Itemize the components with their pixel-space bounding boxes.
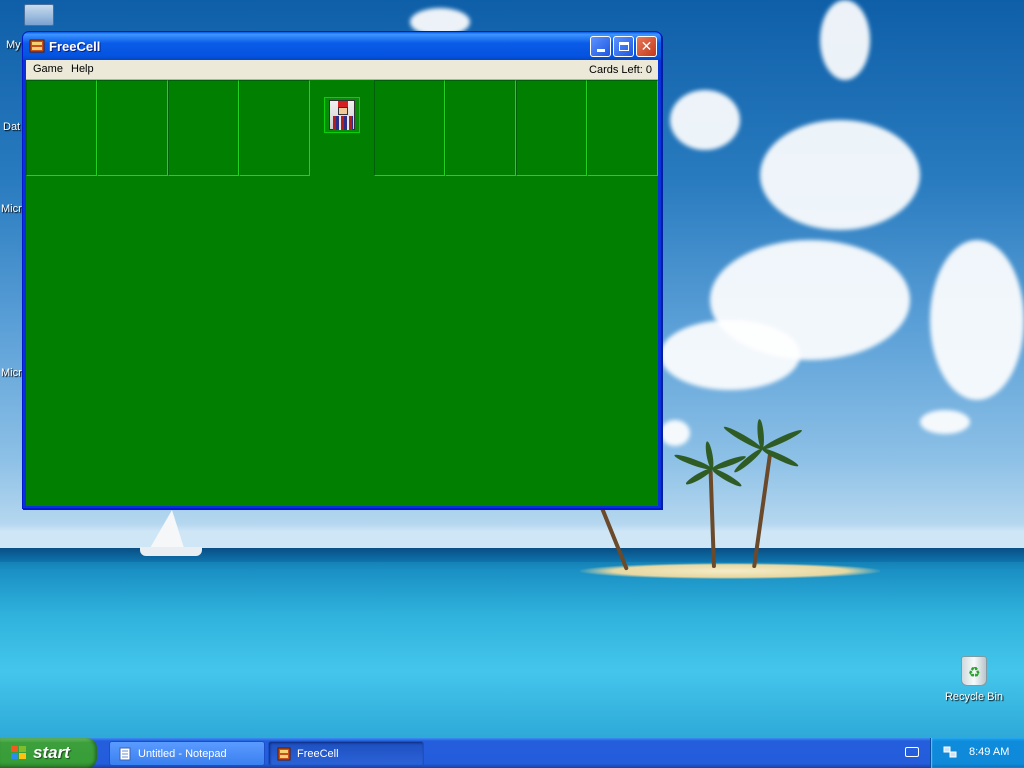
desktop-icon-label[interactable]: Micr [1,203,22,215]
close-icon: ✕ [640,38,653,55]
sailboat-sail [150,510,184,548]
start-button[interactable]: start [0,738,97,768]
network-icon[interactable] [943,746,957,758]
maximize-button[interactable] [613,36,634,57]
menu-help[interactable]: Help [67,63,98,75]
king-robe [333,116,353,130]
king-head [338,107,348,115]
window-client: Game Help Cards Left: 0 [26,60,658,506]
minimize-button[interactable] [590,36,611,57]
title-bar[interactable]: FreeCell ✕ [23,32,661,60]
taskbar-item-notepad[interactable]: Untitled - Notepad [109,741,265,766]
home-cell[interactable] [516,80,587,176]
taskbar-item-freecell[interactable]: FreeCell [268,741,424,766]
recycle-bin[interactable]: ♻ Recycle Bin [942,656,1006,703]
home-cell[interactable] [374,80,445,176]
desktop-icon-label[interactable]: My [6,39,21,51]
taskbar-item-label: FreeCell [297,748,339,760]
cards-left-status: Cards Left: 0 [589,64,652,76]
recycle-bin-icon: ♻ [961,656,987,686]
free-cell[interactable] [97,80,168,176]
cloud [760,120,920,230]
recycle-bin-label: Recycle Bin [944,691,1004,703]
keyboard-icon[interactable] [905,747,919,757]
free-cell[interactable] [168,80,239,176]
clock[interactable]: 8:49 AM [969,746,1009,758]
cloud [820,0,870,80]
desktop-icon-label[interactable]: Micr [1,367,22,379]
my-computer-icon[interactable] [24,4,54,26]
cloud [660,420,690,446]
windows-logo-icon [11,746,27,760]
game-board[interactable] [26,80,658,506]
sailboat-hull [140,547,202,556]
cloud [670,90,740,150]
window-title: FreeCell [49,39,101,54]
free-cell[interactable] [239,80,310,176]
taskbar-item-label: Untitled - Notepad [138,748,227,760]
king-icon [324,97,360,133]
freecell-icon [277,747,291,761]
close-button[interactable]: ✕ [636,36,657,57]
free-cell[interactable] [26,80,97,176]
cloud [930,240,1024,400]
system-tray: 8:49 AM [930,738,1024,768]
cloud [660,320,800,390]
maximize-icon [618,42,629,51]
king-figure [329,100,355,130]
menu-game[interactable]: Game [29,63,67,75]
cloud [920,410,970,434]
notepad-icon [119,747,131,761]
freecell-icon[interactable] [29,38,45,54]
freecell-window: FreeCell ✕ Game Help Cards Left: 0 [22,31,662,509]
home-cell[interactable] [587,80,658,176]
start-label: start [33,743,70,762]
minimize-icon [596,49,605,52]
menu-bar: Game Help Cards Left: 0 [26,60,658,80]
desktop-icon-label[interactable]: Dat [3,121,20,133]
home-cell[interactable] [445,80,516,176]
taskbar: start Untitled - Notepad FreeCell 8:49 A… [0,738,1024,768]
